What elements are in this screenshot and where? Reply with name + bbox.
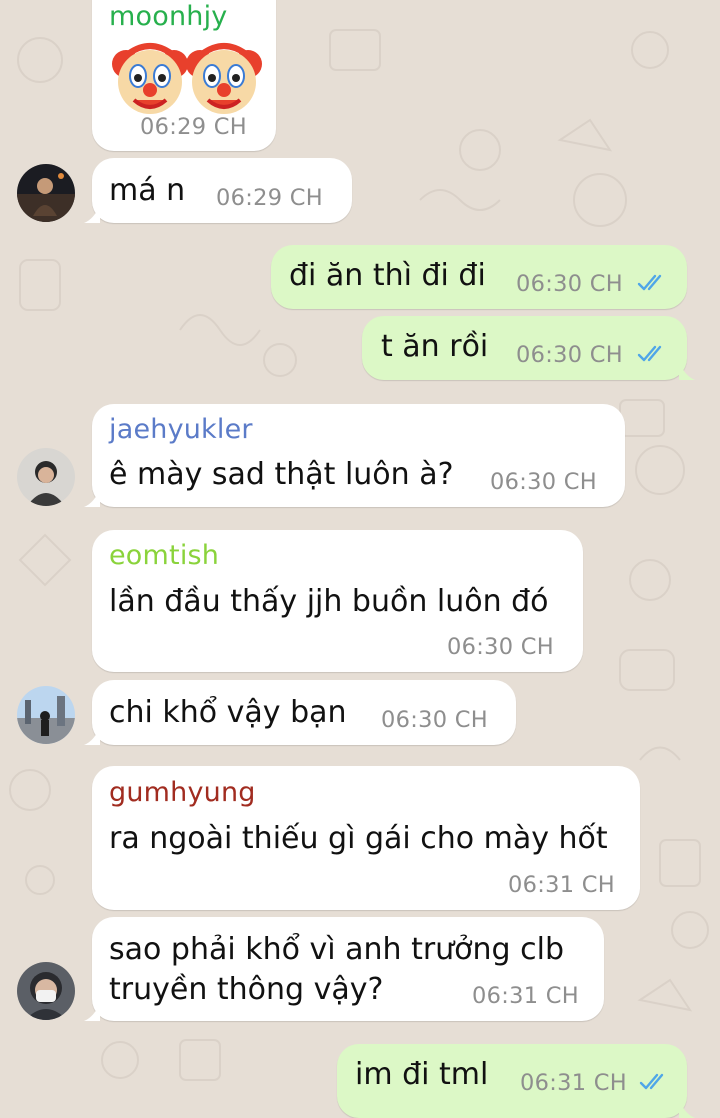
read-ticks-icon (639, 1073, 664, 1090)
message-timestamp: 06:31 CH (508, 872, 616, 898)
message-bubble-incoming[interactable]: gumhyung ra ngoài thiếu gì gái cho mày h… (92, 766, 640, 910)
sender-name: eomtish (109, 540, 220, 571)
clown-face-emoji (112, 43, 188, 114)
read-ticks-icon (637, 274, 662, 291)
message-bubble-incoming[interactable]: moonhjy 06:29 CH (92, 0, 276, 151)
avatar[interactable] (17, 962, 75, 1020)
message-timestamp: 06:29 CH (216, 185, 324, 211)
avatar[interactable] (17, 686, 75, 744)
message-timestamp: 06:30 CH (516, 342, 624, 368)
message-text: ê mày sad thật luôn à? (109, 457, 454, 492)
sender-name: gumhyung (109, 777, 256, 808)
message-text: đi ăn thì đi đi (289, 258, 486, 293)
message-text: t ăn rồi (381, 329, 489, 364)
avatar[interactable] (17, 448, 75, 506)
sender-name: moonhjy (109, 1, 228, 32)
message-timestamp: 06:29 CH (140, 114, 248, 140)
message-bubble-incoming[interactable]: chi khổ vậy bạn 06:30 CH (84, 680, 516, 745)
message-text: má n (109, 173, 186, 208)
message-bubble-outgoing[interactable]: t ăn rồi 06:30 CH (362, 316, 695, 380)
message-text-line: sao phải khổ vì anh trưởng clb (109, 932, 564, 967)
message-timestamp: 06:31 CH (520, 1070, 628, 1096)
message-timestamp: 06:30 CH (490, 469, 598, 495)
message-bubble-outgoing[interactable]: đi ăn thì đi đi 06:30 CH (271, 245, 687, 309)
message-timestamp: 06:30 CH (447, 634, 555, 660)
sender-name: jaehyukler (109, 414, 253, 445)
message-timestamp: 06:30 CH (381, 707, 489, 733)
message-text: chi khổ vậy bạn (109, 695, 347, 730)
message-timestamp: 06:31 CH (472, 983, 580, 1009)
message-bubble-incoming[interactable]: jaehyukler ê mày sad thật luôn à? 06:30 … (84, 404, 625, 507)
message-timestamp: 06:30 CH (516, 271, 624, 297)
message-bubble-incoming[interactable]: má n 06:29 CH (84, 158, 352, 223)
message-bubble-incoming[interactable]: eomtish lần đầu thấy jjh buồn luôn đó 06… (92, 530, 583, 672)
message-bubble-incoming[interactable]: sao phải khổ vì anh trưởng clb truyền th… (84, 917, 604, 1021)
read-ticks-icon (637, 345, 662, 362)
message-text-line: truyền thông vậy? (109, 972, 384, 1007)
message-text: ra ngoài thiếu gì gái cho mày hốt (109, 821, 608, 856)
message-text: lần đầu thấy jjh buồn luôn đó (109, 584, 549, 619)
avatar[interactable] (17, 164, 75, 222)
clown-face-emoji (186, 43, 262, 114)
message-text: im đi tml (355, 1057, 489, 1092)
